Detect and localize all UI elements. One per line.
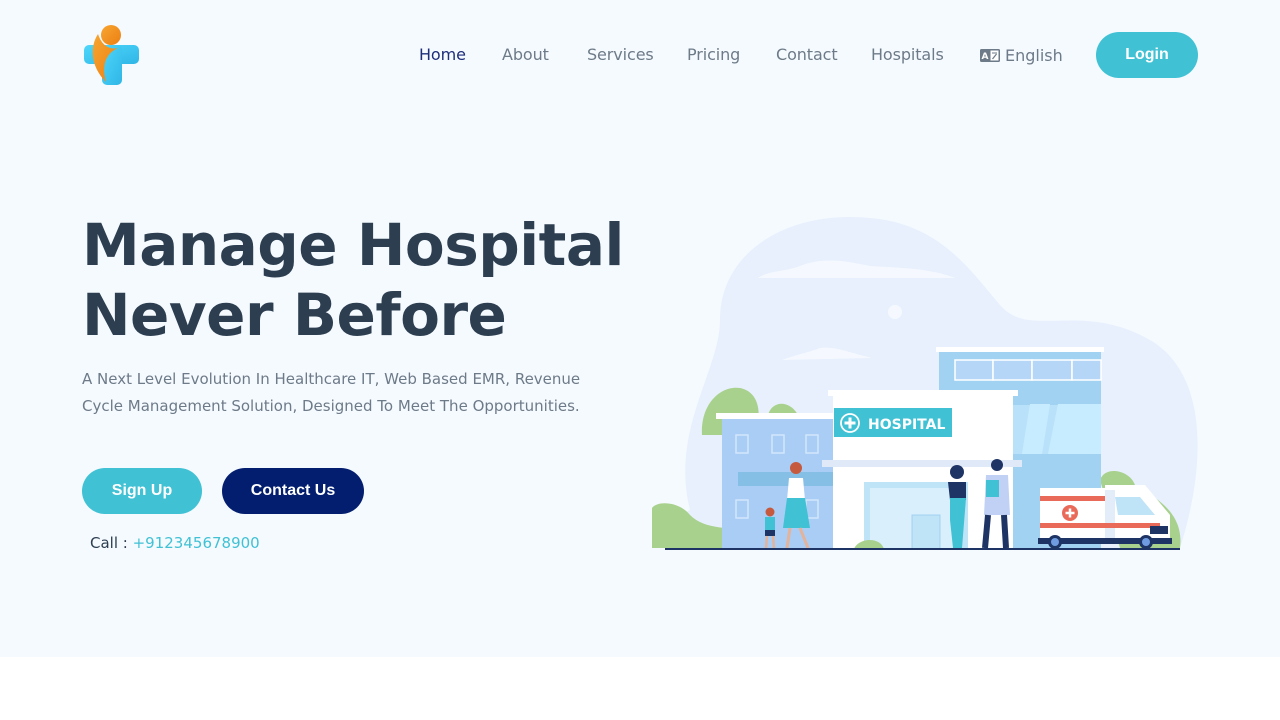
translate-icon: A (980, 48, 1000, 62)
nav-hospitals[interactable]: Hospitals (871, 44, 944, 66)
hospital-illustration: HOSPITAL (650, 210, 1200, 560)
hero-headline: Manage Hospital Never Before (82, 210, 642, 350)
sun (888, 305, 902, 319)
language-selector[interactable]: A English (980, 44, 1063, 66)
nav-contact[interactable]: Contact (776, 44, 838, 66)
call-info: Call : +912345678900 (90, 532, 260, 554)
hospital-sign-text: HOSPITAL (868, 417, 945, 433)
medical-cross-person-logo-icon (84, 25, 139, 85)
headline-line-1: Manage Hospital (82, 211, 624, 279)
nav-services[interactable]: Services (587, 44, 654, 66)
hero-subtext: A Next Level Evolution In Healthcare IT,… (82, 370, 581, 415)
ground-line (665, 548, 1180, 550)
login-button[interactable]: Login (1096, 32, 1198, 78)
phone-link[interactable]: +912345678900 (133, 534, 260, 552)
svg-text:A: A (982, 52, 989, 62)
language-label: English (1005, 45, 1063, 65)
next-section (0, 657, 1280, 720)
site-logo[interactable] (84, 24, 140, 86)
nav-home[interactable]: Home (419, 44, 466, 66)
contact-us-button[interactable]: Contact Us (222, 468, 364, 514)
nav-about[interactable]: About (502, 44, 549, 66)
nav-pricing[interactable]: Pricing (687, 44, 740, 66)
call-label: Call : (90, 534, 128, 552)
ambulance (1038, 485, 1172, 549)
signup-button[interactable]: Sign Up (82, 468, 202, 514)
headline-line-2: Never Before (82, 281, 507, 349)
